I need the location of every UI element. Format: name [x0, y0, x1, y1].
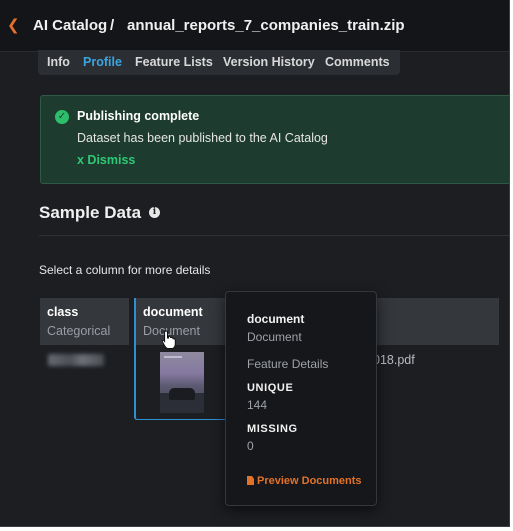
check-circle-icon: ✓ — [55, 110, 69, 124]
alert-message: Dataset has been published to the AI Cat… — [77, 131, 328, 145]
breadcrumb-separator: / — [110, 17, 115, 34]
page-title: annual_reports_7_companies_train.zip — [127, 17, 405, 34]
popover-title: document — [247, 312, 305, 326]
chevron-left-icon[interactable]: ❮ — [7, 18, 20, 34]
divider — [39, 235, 509, 236]
dismiss-button[interactable]: x Dismiss — [77, 153, 135, 167]
car-image — [169, 388, 195, 400]
info-icon[interactable]: i — [149, 207, 160, 218]
hand-cursor-icon — [161, 330, 176, 349]
column-header-document[interactable]: document Document — [134, 298, 226, 345]
tab-bar: Info Profile Feature Lists Version Histo… — [38, 50, 400, 75]
column-header-class[interactable]: class Categorical — [40, 298, 129, 345]
document-thumbnail[interactable] — [160, 352, 204, 413]
app-window: ❮ AI Catalog / annual_reports_7_companie… — [0, 0, 510, 527]
section-title: Sample Data — [39, 203, 142, 222]
breadcrumb-root[interactable]: AI Catalog — [33, 17, 107, 34]
header-bar: ❮ AI Catalog / annual_reports_7_companie… — [0, 0, 509, 52]
column-hint: Select a column for more details — [39, 263, 211, 277]
tab-info[interactable]: Info — [47, 55, 70, 69]
unique-value: 144 — [247, 398, 268, 412]
column-details-popover: document Document Feature Details UNIQUE… — [225, 291, 377, 506]
missing-label: MISSING — [247, 423, 298, 435]
popover-section: Feature Details — [247, 357, 329, 371]
column-name: class — [47, 305, 79, 319]
preview-documents-link[interactable]: Preview Documents — [247, 475, 362, 487]
tab-comments[interactable]: Comments — [325, 55, 390, 69]
document-icon — [247, 476, 254, 485]
column-name: document — [143, 305, 203, 319]
success-alert: ✓ Publishing complete Dataset has been p… — [40, 95, 509, 184]
unique-label: UNIQUE — [247, 382, 294, 394]
alert-title: Publishing complete — [77, 109, 200, 123]
column-header-filename[interactable] — [376, 298, 499, 345]
filename-cell: 018.pdf — [373, 353, 415, 367]
redacted-cell — [48, 354, 104, 366]
column-type: Categorical — [47, 324, 111, 338]
tab-profile[interactable]: Profile — [83, 55, 122, 69]
preview-documents-label: Preview Documents — [257, 475, 362, 487]
tab-version-history[interactable]: Version History — [223, 55, 315, 69]
tab-feature-lists[interactable]: Feature Lists — [135, 55, 213, 69]
missing-value: 0 — [247, 439, 254, 453]
popover-type: Document — [247, 330, 302, 344]
